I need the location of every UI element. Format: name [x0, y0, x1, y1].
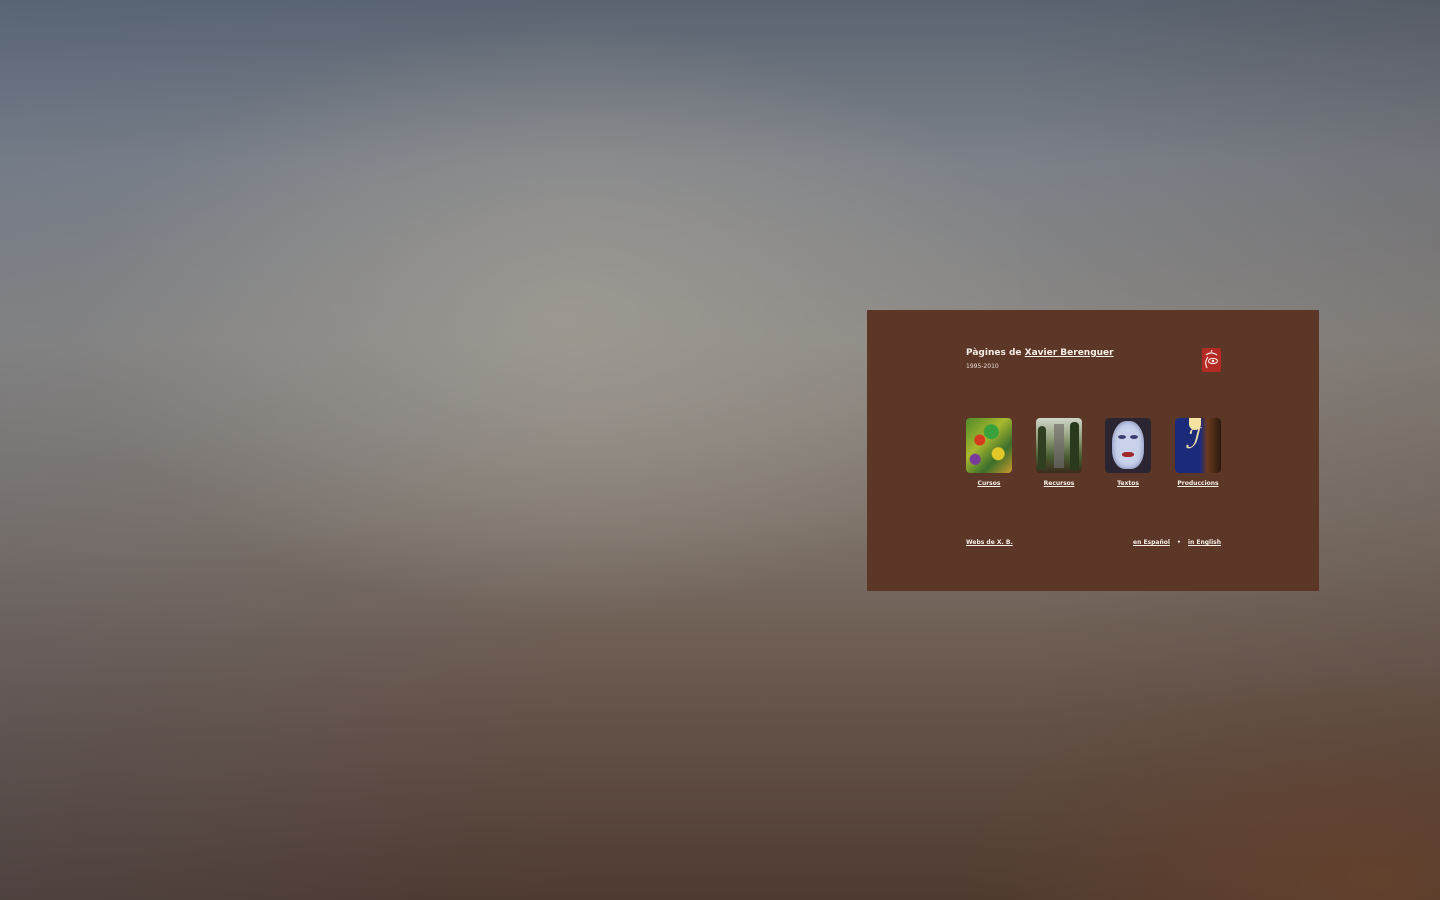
spanish-link[interactable]: en Español: [1133, 539, 1170, 546]
produccions-thumbnail-icon[interactable]: ℐ: [1175, 418, 1221, 473]
recursos-thumbnail-icon[interactable]: [1036, 418, 1082, 473]
separator-bullet: •: [1177, 539, 1181, 546]
eye-shape: [1118, 435, 1126, 439]
face-shape: [1112, 421, 1144, 469]
author-link[interactable]: Xavier Berenguer: [1025, 348, 1114, 358]
footer-left: Webs de X. B.: [966, 539, 1013, 546]
mouth-shape: [1122, 452, 1134, 457]
language-links: en Español • in English: [1133, 539, 1221, 546]
textos-thumbnail-icon[interactable]: [1105, 418, 1151, 473]
section-grid: Cursos Recursos Textos ℐ Produccions: [966, 418, 1221, 490]
cursos-thumbnail-icon[interactable]: [966, 418, 1012, 473]
eye-shape: [1130, 435, 1138, 439]
tower-shape: [1054, 424, 1064, 468]
section-label-recursos[interactable]: Recursos: [1026, 480, 1092, 487]
eye-logo-icon[interactable]: [1202, 348, 1221, 372]
webs-link[interactable]: Webs de X. B.: [966, 539, 1013, 546]
tree-shape: [1070, 422, 1079, 470]
page-title: Pàgines de Xavier Berenguer: [966, 348, 1114, 358]
section-label-textos[interactable]: Textos: [1095, 480, 1161, 487]
title-prefix: Pàgines de: [966, 348, 1022, 358]
section-textos[interactable]: Textos: [1105, 418, 1151, 487]
years-label: 1995-2010: [966, 363, 999, 370]
section-cursos[interactable]: Cursos: [966, 418, 1012, 487]
section-label-cursos[interactable]: Cursos: [956, 480, 1022, 487]
signature-glyph-icon: ℐ: [1185, 422, 1199, 455]
english-link[interactable]: in English: [1188, 539, 1221, 546]
section-label-produccions[interactable]: Produccions: [1165, 480, 1231, 487]
section-recursos[interactable]: Recursos: [1036, 418, 1082, 487]
site-panel: Pàgines de Xavier Berenguer 1995-2010 Cu…: [867, 310, 1319, 591]
tree-shape: [1038, 426, 1046, 470]
section-produccions[interactable]: ℐ Produccions: [1175, 418, 1221, 487]
